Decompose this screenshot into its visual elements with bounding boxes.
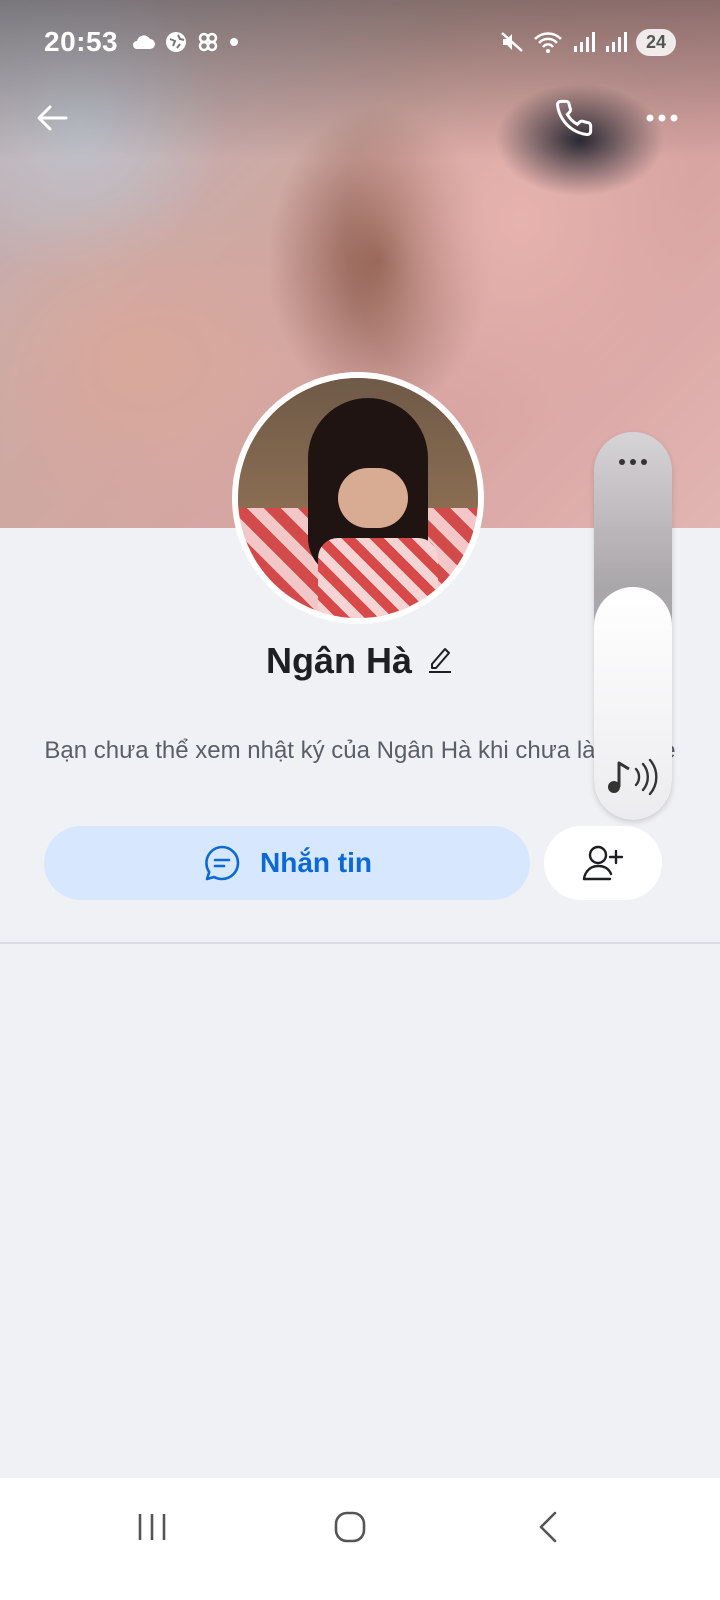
diary-restriction-text: Bạn chưa thể xem nhật ký của Ngân Hà khi…	[44, 737, 676, 764]
recent-apps-icon	[138, 1514, 166, 1540]
avatar-image	[238, 378, 478, 618]
call-button[interactable]	[548, 92, 600, 144]
section-divider	[0, 942, 720, 944]
profile-avatar[interactable]	[232, 372, 484, 624]
home-icon	[334, 1511, 366, 1543]
volume-more-button[interactable]	[594, 454, 672, 472]
mute-icon	[501, 32, 523, 52]
chat-bubble-icon	[205, 845, 240, 881]
pinwheel-icon	[198, 32, 218, 52]
more-horizontal-icon	[619, 459, 647, 465]
volume-slider[interactable]	[594, 432, 672, 820]
add-friend-button[interactable]	[544, 826, 662, 900]
message-button-label: Nhắn tin	[260, 847, 372, 878]
system-navigation-bar	[0, 1478, 720, 1600]
avatar-face	[338, 468, 408, 528]
add-user-icon	[582, 845, 624, 881]
avatar-dress	[318, 538, 438, 618]
edit-name-button[interactable]	[426, 644, 454, 679]
phone-icon	[556, 99, 593, 136]
chevron-left-icon	[539, 1511, 557, 1543]
profile-name: Ngân Hà	[265, 640, 413, 681]
music-note-icon	[608, 758, 658, 796]
message-button[interactable]: Nhắn tin	[44, 826, 530, 900]
status-time: 20:53	[44, 26, 119, 57]
signal-icon	[573, 32, 595, 52]
status-system-icons: 24	[500, 28, 676, 56]
pencil-icon	[429, 647, 452, 673]
cloud-icon	[133, 35, 156, 49]
back-button[interactable]	[26, 92, 78, 144]
more-options-button[interactable]	[636, 92, 688, 144]
more-horizontal-icon	[646, 114, 678, 122]
dot-icon	[230, 38, 239, 46]
status-notification-icons	[130, 30, 240, 54]
back-arrow-icon	[37, 105, 68, 131]
wifi-icon	[534, 32, 562, 53]
signal-icon	[605, 32, 627, 52]
home-button[interactable]	[310, 1502, 390, 1552]
media-volume-indicator	[606, 757, 660, 802]
globe-icon	[166, 32, 187, 52]
system-back-button[interactable]	[508, 1502, 588, 1552]
status-bar: 20:53 24	[44, 22, 676, 62]
recent-apps-button[interactable]	[112, 1502, 192, 1552]
battery-level: 24	[635, 28, 676, 56]
